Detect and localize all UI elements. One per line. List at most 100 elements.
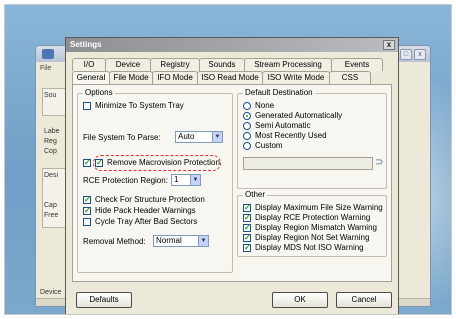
menu-file[interactable]: File: [40, 65, 51, 72]
other-group-label: Other: [243, 190, 268, 199]
minimize-to-tray-option[interactable]: Minimize To System Tray: [83, 101, 184, 110]
dest-none-option[interactable]: None: [243, 101, 274, 110]
other-item-rce-warning[interactable]: Display RCE Protection Warning: [243, 213, 371, 223]
dest-generated-label: Generated Automatically: [255, 111, 343, 120]
rce-region-select[interactable]: 1 ▼: [171, 174, 201, 186]
rce-row: RCE Protection Region:: [83, 176, 168, 185]
removal-method-value: Normal: [156, 236, 182, 245]
tab-row-1: I/O Device Registry Sounds Stream Proces…: [72, 58, 383, 71]
other-item-region-not-set[interactable]: Display Region Not Set Warning: [243, 233, 369, 243]
rce-warning-checkbox[interactable]: [243, 213, 251, 223]
default-destination-label: Default Destination: [243, 88, 315, 97]
other-item-mds-not-iso[interactable]: Display MDS Not ISO Warning: [243, 243, 364, 253]
file-system-label: File System To Parse:: [83, 133, 161, 142]
source-label: Sou: [44, 92, 57, 99]
region-not-set-checkbox[interactable]: [243, 233, 251, 243]
region-mismatch-label: Display Region Mismatch Warning: [255, 223, 377, 232]
dest-none-radio[interactable]: [243, 101, 251, 110]
close-button[interactable]: x: [414, 49, 426, 60]
cycle-tray-checkbox[interactable]: [83, 217, 91, 226]
removal-method-select[interactable]: Normal ▼: [153, 235, 209, 247]
settings-dialog: Settings x I/O Device Registry Sounds St…: [65, 37, 399, 314]
screenshot-frame: _ □ x File Sou Labe Reg Cop Desi Cap Fre…: [4, 4, 452, 315]
chevron-down-icon[interactable]: ▼: [212, 132, 222, 142]
dest-custom-option[interactable]: Custom: [243, 141, 283, 150]
options-group-label: Options: [83, 88, 115, 97]
ok-button[interactable]: OK: [272, 292, 328, 308]
max-file-size-label: Display Maximum File Size Warning: [255, 203, 383, 212]
mds-not-iso-checkbox[interactable]: [243, 243, 251, 253]
max-file-size-checkbox[interactable]: [243, 203, 251, 213]
rce-warning-label: Display RCE Protection Warning: [255, 213, 371, 222]
hide-pack-header-label: Hide Pack Header Warnings: [95, 206, 196, 215]
dest-recent-radio[interactable]: [243, 131, 251, 140]
dest-semi-option[interactable]: Semi Automatic: [243, 121, 311, 130]
rce-label: RCE Protection Region:: [83, 176, 168, 185]
tab-sounds[interactable]: Sounds: [199, 58, 245, 71]
tab-row-2: General File Mode IFO Mode ISO Read Mode…: [72, 71, 371, 84]
tab-registry[interactable]: Registry: [150, 58, 200, 71]
label-label: Labe: [44, 128, 60, 135]
dest-semi-radio[interactable]: [243, 121, 251, 130]
device-label: Device: [40, 289, 62, 296]
dialog-title: Settings: [70, 40, 102, 49]
file-system-value: Auto: [178, 132, 195, 141]
dest-generated-option[interactable]: Generated Automatically: [243, 111, 342, 120]
tab-file-mode[interactable]: File Mode: [109, 71, 153, 84]
tab-iso-write-mode[interactable]: ISO Write Mode: [262, 71, 330, 84]
browse-folder-icon[interactable]: ⊃: [375, 157, 387, 169]
remove-macrovision-label: Remove Macrovision Protection: [107, 158, 220, 167]
general-tab-pane: Options Minimize To System Tray File Sys…: [72, 84, 392, 282]
tab-css[interactable]: CSS: [329, 71, 371, 84]
removal-method-row: Removal Method:: [83, 237, 146, 246]
remove-macrovision-checkbox-2[interactable]: [95, 158, 103, 168]
defaults-button[interactable]: Defaults: [76, 292, 132, 308]
tab-events[interactable]: Events: [331, 58, 383, 71]
tab-io[interactable]: I/O: [72, 58, 106, 71]
free-label: Free: [44, 212, 59, 219]
cycle-tray-label: Cycle Tray After Bad Sectors: [95, 217, 198, 226]
destination-label: Desi: [44, 172, 59, 179]
check-structure-label: Check For Structure Protection: [95, 195, 205, 204]
tab-stream-processing[interactable]: Stream Processing: [244, 58, 332, 71]
chevron-down-icon[interactable]: ▼: [198, 236, 208, 246]
check-structure-option[interactable]: Check For Structure Protection: [83, 195, 205, 205]
file-system-row: File System To Parse:: [83, 133, 161, 142]
region-label: Reg: [44, 138, 57, 145]
capacity-label: Cap: [44, 202, 57, 209]
mds-not-iso-label: Display MDS Not ISO Warning: [255, 243, 364, 252]
other-item-max-file-size[interactable]: Display Maximum File Size Warning: [243, 203, 383, 213]
custom-path-input[interactable]: [243, 157, 373, 170]
removal-method-label: Removal Method:: [83, 237, 146, 246]
dialog-titlebar: Settings x: [66, 38, 398, 52]
file-system-select[interactable]: Auto ▼: [175, 131, 223, 143]
dest-none-label: None: [255, 101, 275, 110]
minimize-to-tray-label: Minimize To System Tray: [95, 101, 184, 110]
maximize-button[interactable]: □: [400, 49, 412, 60]
dest-semi-label: Semi Automatic: [255, 121, 311, 130]
tab-iso-read-mode[interactable]: ISO Read Mode: [197, 71, 263, 84]
other-item-region-mismatch[interactable]: Display Region Mismatch Warning: [243, 223, 377, 233]
dest-custom-label: Custom: [255, 141, 283, 150]
chevron-down-icon[interactable]: ▼: [190, 175, 200, 185]
hide-pack-header-checkbox[interactable]: [83, 206, 91, 216]
dest-recent-label: Most Recently Used: [255, 131, 327, 140]
tab-general[interactable]: General: [72, 71, 110, 84]
app-icon: [42, 49, 54, 59]
tab-ifo-mode[interactable]: IFO Mode: [152, 71, 198, 84]
remove-macrovision-option[interactable]: Remove Macrovision Protection: [83, 158, 220, 168]
region-mismatch-checkbox[interactable]: [243, 223, 251, 233]
dest-custom-radio[interactable]: [243, 141, 251, 150]
hide-pack-header-option[interactable]: Hide Pack Header Warnings: [83, 206, 196, 216]
check-structure-checkbox[interactable]: [83, 195, 91, 205]
tab-device[interactable]: Device: [105, 58, 151, 71]
rce-region-value: 1: [174, 175, 179, 184]
dest-generated-radio[interactable]: [243, 111, 251, 120]
cycle-tray-option[interactable]: Cycle Tray After Bad Sectors: [83, 217, 197, 226]
minimize-to-tray-checkbox[interactable]: [83, 101, 91, 110]
cancel-button[interactable]: Cancel: [336, 292, 392, 308]
dest-recent-option[interactable]: Most Recently Used: [243, 131, 327, 140]
copy-label: Cop: [44, 148, 57, 155]
remove-macrovision-checkbox[interactable]: [83, 158, 91, 168]
dialog-close-button[interactable]: x: [383, 40, 395, 50]
